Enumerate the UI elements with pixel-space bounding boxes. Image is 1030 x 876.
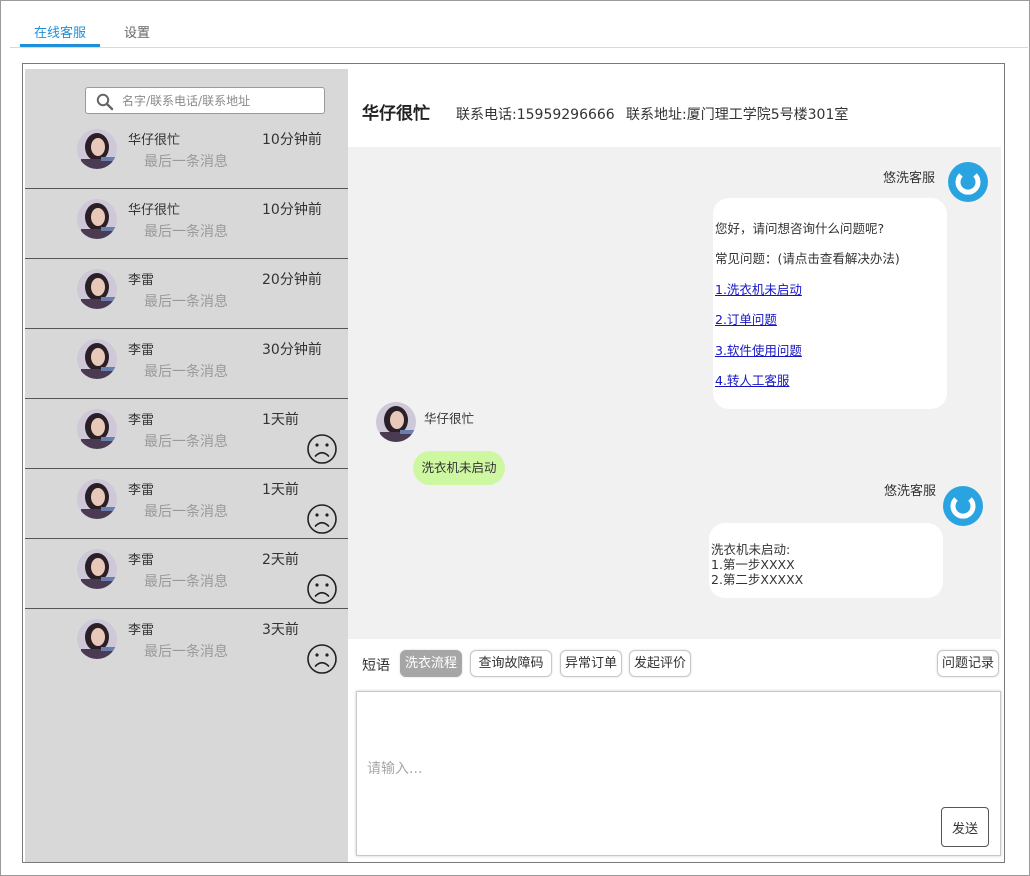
contact-name: 李雷 — [128, 623, 155, 638]
conversation-panel: 华仔很忙 联系电话:15959296666 联系地址:厦门理工学院5号楼301室… — [348, 69, 1001, 862]
contact-avatar — [77, 199, 117, 239]
chip-wash-process[interactable]: 洗衣流程 — [400, 650, 462, 677]
contact-name: 华仔很忙 — [128, 203, 181, 218]
faq-link-human-agent[interactable]: 4.转人工客服 — [715, 373, 789, 388]
search-box — [85, 87, 325, 114]
message-input-box: 发送 — [356, 691, 1001, 856]
send-button[interactable]: 发送 — [941, 807, 989, 847]
sad-face-icon — [306, 573, 338, 609]
contact-name: 李雷 — [128, 553, 155, 568]
contact-name: 华仔很忙 — [128, 133, 181, 148]
contact-time: 30分钟前 — [262, 342, 322, 358]
phrases-label: 短语 — [362, 658, 390, 674]
contact-name: 李雷 — [128, 273, 155, 288]
bot-name-2: 悠洗客服 — [884, 484, 937, 499]
contact-item[interactable]: 华仔很忙 10分钟前最后一条消息 — [25, 189, 348, 259]
contact-name: 李雷 — [128, 413, 155, 428]
tab-online-service[interactable]: 在线客服 — [34, 22, 86, 41]
contact-item[interactable]: 李雷 1天前最后一条消息 — [25, 399, 348, 469]
tab-settings[interactable]: 设置 — [124, 22, 150, 41]
user-message-bubble: 洗衣机未启动 — [413, 451, 505, 485]
contact-time: 3天前 — [262, 622, 299, 638]
contact-time: 1天前 — [262, 412, 299, 428]
contact-item[interactable]: 李雷 30分钟前最后一条消息 — [25, 329, 348, 399]
contact-name: 李雷 — [128, 483, 155, 498]
contact-avatar — [77, 549, 117, 589]
contact-last-message: 最后一条消息 — [144, 224, 228, 240]
contact-avatar — [77, 619, 117, 659]
quick-phrase-toolbar: 短语 洗衣流程 查询故障码 异常订单 发起评价 问题记录 — [348, 639, 1001, 691]
faq-link-order-issue[interactable]: 2.订单问题 — [715, 312, 777, 327]
chip-query-fault-code[interactable]: 查询故障码 — [470, 650, 552, 677]
bot-name: 悠洗客服 — [883, 171, 936, 186]
customer-phone: 联系电话:15959296666 — [456, 107, 615, 123]
contact-last-message: 最后一条消息 — [144, 574, 228, 590]
bot-reply-bubble: 洗衣机未启动: 1.第一步XXXX 2.第二步XXXXX — [709, 523, 943, 598]
contact-last-message: 最后一条消息 — [144, 294, 228, 310]
bot-greeting: 您好，请问想咨询什么问题呢? — [715, 221, 885, 236]
chip-abnormal-order[interactable]: 异常订单 — [560, 650, 622, 677]
contact-last-message: 最后一条消息 — [144, 644, 228, 660]
contact-last-message: 最后一条消息 — [144, 364, 228, 380]
bot-logo-icon — [948, 162, 988, 202]
contact-name: 李雷 — [128, 343, 155, 358]
contact-time: 10分钟前 — [262, 202, 322, 218]
conversation-header: 华仔很忙 联系电话:15959296666 联系地址:厦门理工学院5号楼301室 — [348, 69, 1001, 147]
contact-time: 20分钟前 — [262, 272, 322, 288]
contact-item[interactable]: 华仔很忙 10分钟前最后一条消息 — [25, 119, 348, 189]
top-tab-bar: 在线客服 设置 — [10, 0, 1028, 48]
contact-last-message: 最后一条消息 — [144, 154, 228, 170]
user-name: 华仔很忙 — [424, 411, 475, 426]
contact-last-message: 最后一条消息 — [144, 434, 228, 450]
search-input[interactable] — [122, 91, 318, 110]
contact-item[interactable]: 李雷 3天前最后一条消息 — [25, 609, 348, 679]
bot-faq-bubble: 您好，请问想咨询什么问题呢? 常见问题：(请点击查看解决办法) 1.洗衣机未启动… — [713, 198, 947, 409]
faq-title: 常见问题：(请点击查看解决办法) — [715, 251, 900, 266]
contact-last-message: 最后一条消息 — [144, 504, 228, 520]
issue-history-button[interactable]: 问题记录 — [937, 650, 999, 677]
sad-face-icon — [306, 433, 338, 469]
contact-item[interactable]: 李雷 20分钟前最后一条消息 — [25, 259, 348, 329]
main-container: 华仔很忙10分钟前最后一条消息华仔很忙10分钟前最后一条消息李雷20分钟前最后一… — [22, 63, 1005, 863]
search-icon — [96, 93, 114, 111]
contact-sidebar: 华仔很忙10分钟前最后一条消息华仔很忙10分钟前最后一条消息李雷20分钟前最后一… — [25, 69, 348, 862]
active-tab-indicator — [20, 44, 100, 47]
customer-address: 联系地址:厦门理工学院5号楼301室 — [626, 107, 849, 123]
sad-face-icon — [306, 503, 338, 539]
contact-time: 1天前 — [262, 482, 299, 498]
contact-time: 2天前 — [262, 552, 299, 568]
sad-face-icon — [306, 643, 338, 679]
reply-line-3: 2.第二步XXXXX — [711, 572, 804, 587]
chat-area: 悠洗客服 您好，请问想咨询什么问题呢? 常见问题：(请点击查看解决办法) 1.洗… — [348, 147, 1001, 639]
user-avatar — [376, 402, 416, 442]
bot-logo-icon — [943, 486, 983, 526]
message-input[interactable] — [367, 758, 927, 788]
contact-item[interactable]: 李雷 1天前最后一条消息 — [25, 469, 348, 539]
contact-item[interactable]: 李雷 2天前最后一条消息 — [25, 539, 348, 609]
contact-avatar — [77, 269, 117, 309]
faq-link-washer-not-started[interactable]: 1.洗衣机未启动 — [715, 282, 802, 297]
faq-link-software-usage[interactable]: 3.软件使用问题 — [715, 343, 802, 358]
contact-avatar — [77, 339, 117, 379]
contact-avatar — [77, 129, 117, 169]
contact-time: 10分钟前 — [262, 132, 322, 148]
contact-avatar — [77, 479, 117, 519]
customer-name: 华仔很忙 — [362, 104, 430, 124]
chip-request-review[interactable]: 发起评价 — [629, 650, 691, 677]
contact-avatar — [77, 409, 117, 449]
